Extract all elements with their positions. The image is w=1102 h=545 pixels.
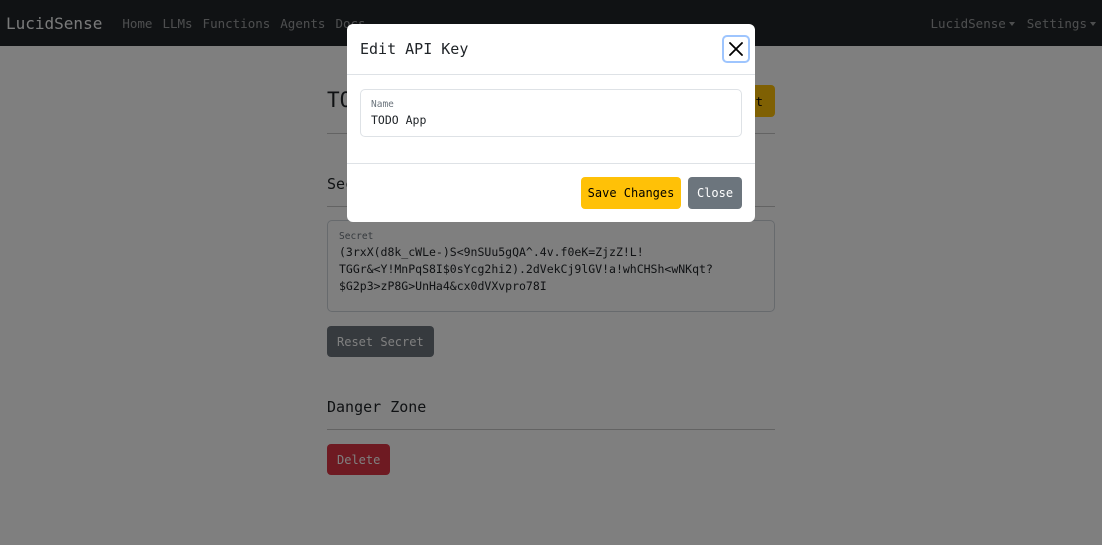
modal-body: Name TODO App	[347, 75, 755, 163]
close-icon	[729, 42, 743, 56]
name-field-label: Name	[371, 99, 394, 110]
edit-api-key-modal: Edit API Key Name TODO App Save Changes …	[347, 24, 755, 222]
modal-close-button[interactable]	[722, 35, 750, 63]
save-changes-button[interactable]: Save Changes	[581, 177, 681, 209]
modal-footer: Save Changes Close	[347, 163, 755, 222]
close-button[interactable]: Close	[688, 177, 742, 209]
name-field[interactable]: Name TODO App	[360, 89, 742, 137]
modal-title: Edit API Key	[360, 40, 469, 58]
name-field-value: TODO App	[371, 113, 427, 127]
modal-header: Edit API Key	[347, 24, 755, 75]
